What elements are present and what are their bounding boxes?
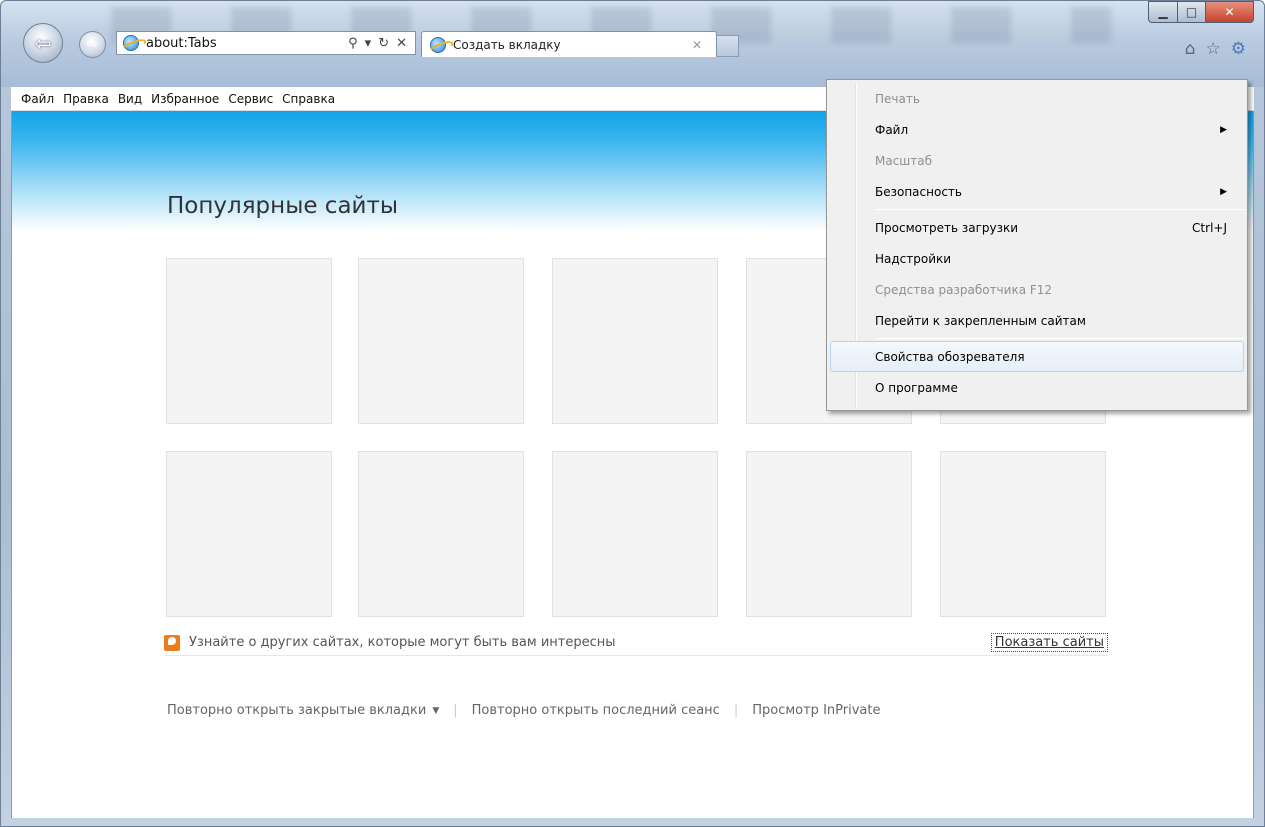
browser-window: ▁ □ ✕ ⇦ ⇨ about:Tabs ⚲ ▾ ↻ ✕ Создать вкл…	[0, 0, 1265, 827]
menu-item-label: Печать	[875, 91, 920, 106]
tab-label: Создать вкладку	[453, 37, 561, 52]
site-tile[interactable]	[358, 258, 524, 424]
chevron-down-icon[interactable]: ▾	[365, 36, 372, 51]
submenu-arrow-icon: ▶	[1220, 124, 1227, 135]
menu-file[interactable]: Файл	[21, 92, 63, 106]
ie-page-icon	[123, 35, 139, 51]
tab-close-icon[interactable]: ✕	[692, 38, 702, 52]
menu-item-internet-options[interactable]: Свойства обозревателя	[830, 341, 1244, 372]
forward-button[interactable]: ⇨	[79, 31, 106, 58]
close-window-button[interactable]: ✕	[1206, 1, 1254, 23]
menu-item-zoom[interactable]: Масштаб	[827, 145, 1247, 176]
menu-item-safety[interactable]: Безопасность ▶	[827, 176, 1247, 207]
refresh-icon[interactable]: ↻	[378, 36, 389, 51]
ie-tab-icon	[430, 36, 446, 53]
site-tile[interactable]	[940, 451, 1106, 617]
suggested-sites-row: Узнайте о других сайтах, которые могут б…	[164, 630, 1108, 656]
menu-separator	[875, 209, 1244, 210]
menu-item-pinned-sites[interactable]: Перейти к закрепленным сайтам	[827, 305, 1247, 336]
new-tab-button[interactable]	[717, 35, 739, 57]
home-icon[interactable]: ⌂	[1185, 39, 1196, 59]
suggested-sites-text: Узнайте о других сайтах, которые могут б…	[189, 635, 616, 650]
menu-item-label: О программе	[875, 380, 958, 395]
menu-item-label: Средства разработчика F12	[875, 282, 1053, 297]
reopen-closed-tabs-link[interactable]: Повторно открыть закрытые вкладки	[167, 703, 426, 718]
menu-item-view-downloads[interactable]: Просмотреть загрузки Ctrl+J	[827, 212, 1247, 243]
site-tile[interactable]	[166, 451, 332, 617]
page-title: Популярные сайты	[167, 193, 399, 219]
bottom-links: Повторно открыть закрытые вкладки ▼ | По…	[167, 703, 880, 718]
reopen-last-session-link[interactable]: Повторно открыть последний сеанс	[472, 703, 720, 718]
address-input[interactable]: about:Tabs	[146, 36, 348, 51]
menu-item-file[interactable]: Файл ▶	[827, 114, 1247, 145]
submenu-arrow-icon: ▶	[1220, 186, 1227, 197]
show-sites-link[interactable]: Показать сайты	[990, 633, 1108, 652]
site-tile[interactable]	[746, 451, 912, 617]
tab-new-tab[interactable]: Создать вкладку ✕	[421, 31, 717, 57]
tools-dropdown-menu: Печать Файл ▶ Масштаб Безопасность ▶ Про…	[826, 79, 1248, 411]
menu-item-label: Файл	[875, 122, 909, 137]
search-icon[interactable]: ⚲	[348, 36, 358, 51]
menu-separator	[875, 338, 1244, 339]
menu-item-developer-tools[interactable]: Средства разработчика F12	[827, 274, 1247, 305]
site-tile[interactable]	[552, 258, 718, 424]
divider: |	[453, 703, 458, 718]
menu-item-label: Просмотреть загрузки	[875, 220, 1019, 235]
menu-help[interactable]: Справка	[282, 92, 344, 106]
menu-shortcut: Ctrl+J	[1192, 220, 1227, 235]
address-bar[interactable]: about:Tabs ⚲ ▾ ↻ ✕	[116, 31, 416, 55]
menu-item-label: Перейти к закрепленным сайтам	[875, 313, 1086, 328]
menu-tools[interactable]: Сервис	[228, 92, 282, 106]
title-bar: ▁ □ ✕ ⇦ ⇨ about:Tabs ⚲ ▾ ↻ ✕ Создать вкл…	[1, 1, 1264, 87]
stop-icon[interactable]: ✕	[396, 36, 407, 51]
site-tile[interactable]	[552, 451, 718, 617]
site-tile[interactable]	[358, 451, 524, 617]
suggested-sites-icon	[164, 634, 180, 651]
menu-item-print[interactable]: Печать	[827, 83, 1247, 114]
divider: |	[733, 703, 739, 718]
forward-arrow-icon: ⇨	[87, 37, 98, 52]
chevron-down-icon[interactable]: ▼	[432, 706, 439, 716]
inprivate-link[interactable]: Просмотр InPrivate	[752, 703, 880, 718]
back-arrow-icon: ⇦	[34, 31, 52, 55]
address-tools: ⚲ ▾ ↻ ✕	[348, 36, 407, 51]
favorites-star-icon[interactable]: ☆	[1206, 39, 1221, 59]
menu-item-about[interactable]: О программе	[827, 372, 1247, 403]
menu-view[interactable]: Вид	[118, 92, 151, 106]
menu-item-label: Масштаб	[875, 153, 933, 168]
menu-favorites[interactable]: Избранное	[151, 92, 228, 106]
command-icons: ⌂ ☆ ⚙	[1185, 39, 1246, 59]
minimize-button[interactable]: ▁	[1148, 1, 1178, 23]
window-controls: ▁ □ ✕	[1148, 1, 1254, 23]
menu-item-addons[interactable]: Надстройки	[827, 243, 1247, 274]
menu-item-label: Безопасность	[875, 184, 962, 199]
menu-item-label: Надстройки	[875, 251, 952, 266]
menu-edit[interactable]: Правка	[63, 92, 118, 106]
maximize-button[interactable]: □	[1178, 1, 1206, 23]
menu-item-label: Свойства обозревателя	[875, 349, 1025, 364]
gear-icon[interactable]: ⚙	[1231, 39, 1246, 59]
site-tile[interactable]	[166, 258, 332, 424]
back-button[interactable]: ⇦	[23, 23, 63, 63]
